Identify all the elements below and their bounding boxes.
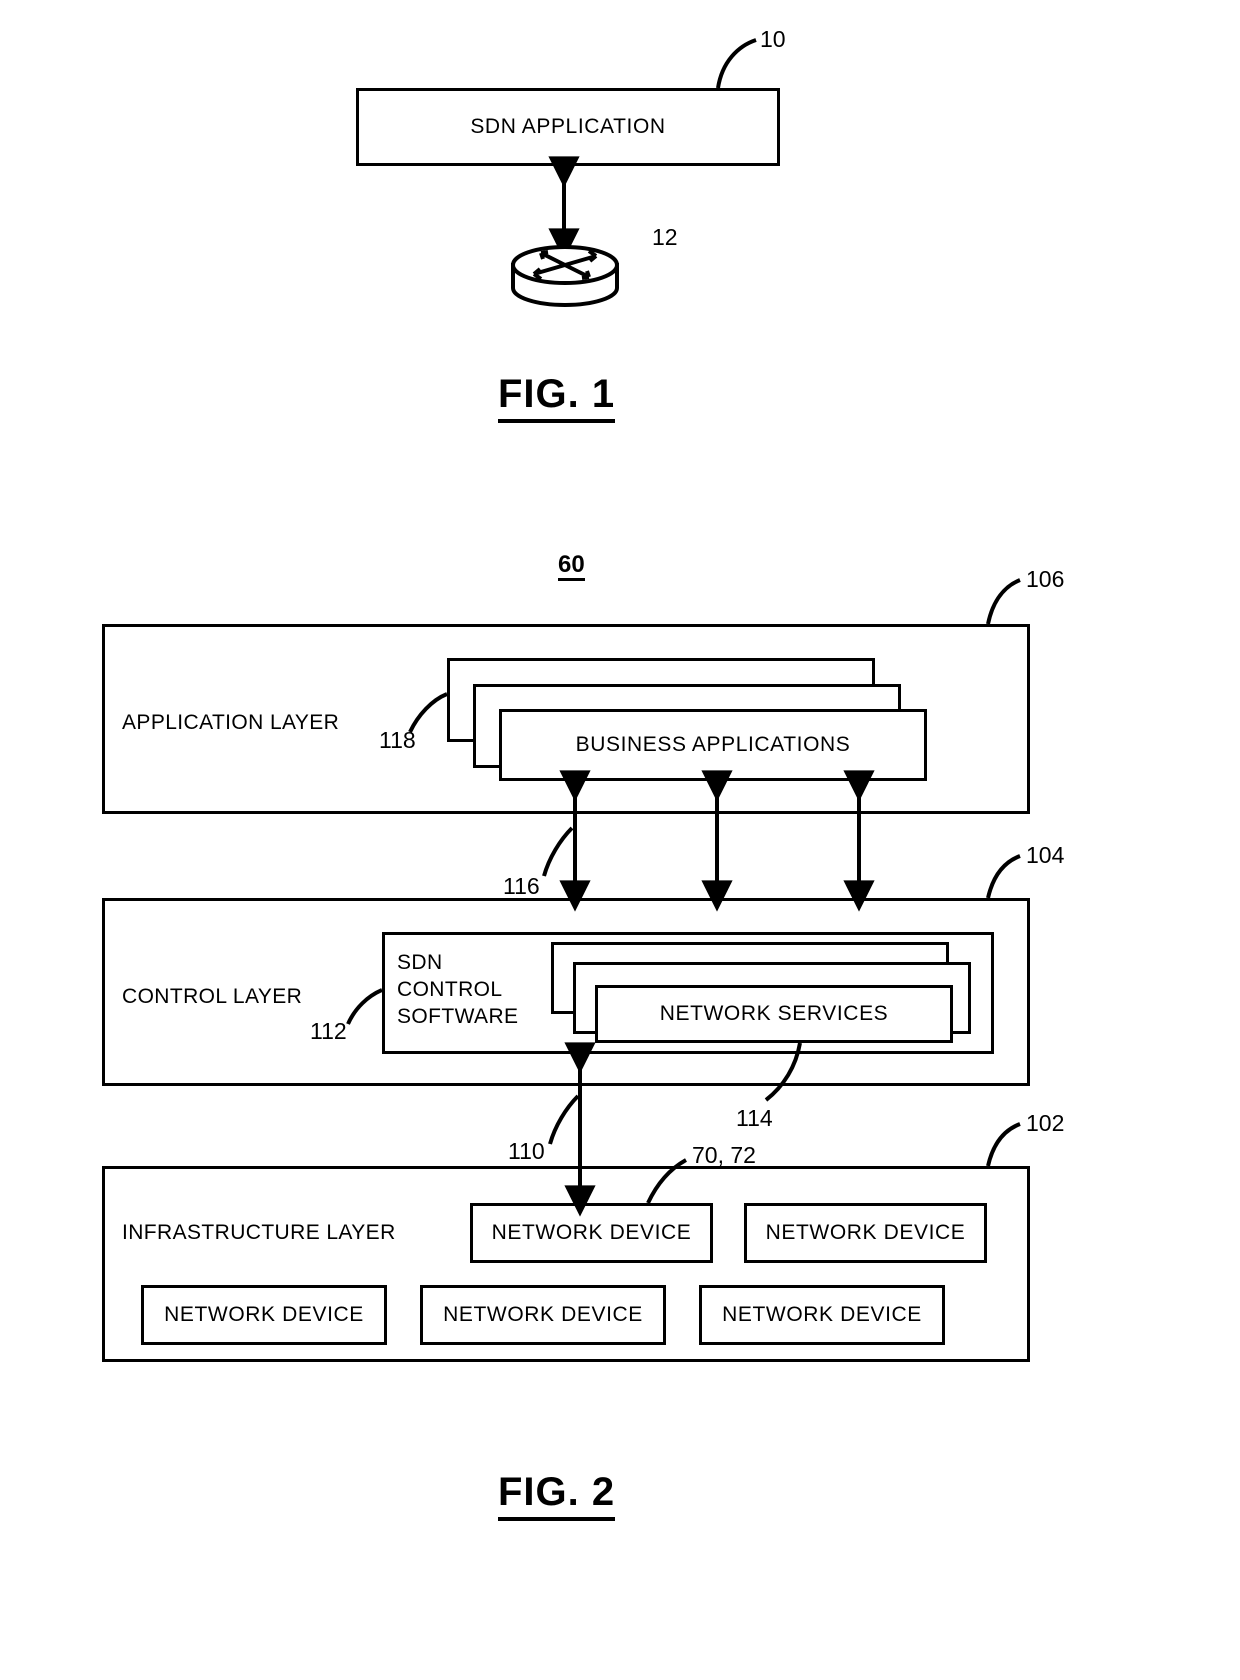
network-device-top-1: NETWORK DEVICE bbox=[470, 1203, 713, 1263]
network-device-bottom-1: NETWORK DEVICE bbox=[141, 1285, 387, 1345]
callout-110: 110 bbox=[508, 1138, 545, 1164]
callout-114: 114 bbox=[736, 1105, 773, 1131]
leader-line-104 bbox=[986, 854, 1021, 899]
router-icon bbox=[511, 245, 619, 307]
leader-line-10 bbox=[716, 38, 757, 89]
diagram-vector-overlay bbox=[346, 38, 1021, 1217]
network-services-card-front: NETWORK SERVICES bbox=[595, 985, 953, 1043]
business-applications-card-front: BUSINESS APPLICATIONS bbox=[499, 709, 927, 781]
sdn-application-box: SDN APPLICATION bbox=[356, 88, 780, 166]
network-services-label: NETWORK SERVICES bbox=[659, 1002, 889, 1025]
callout-104: 104 bbox=[1026, 842, 1065, 868]
diagram-reference-60: 60 bbox=[558, 553, 585, 581]
network-device-bottom-2: NETWORK DEVICE bbox=[420, 1285, 666, 1345]
callout-10: 10 bbox=[760, 26, 786, 52]
callout-12: 12 bbox=[652, 224, 678, 250]
network-device-label: NETWORK DEVICE bbox=[164, 1303, 364, 1326]
callout-102: 102 bbox=[1026, 1110, 1065, 1136]
figure-2-caption: FIG. 2 bbox=[498, 1470, 616, 1521]
callout-106: 106 bbox=[1026, 566, 1065, 592]
callout-118: 118 bbox=[379, 727, 416, 753]
callout-70-72: 70, 72 bbox=[692, 1142, 756, 1168]
callout-112: 112 bbox=[310, 1018, 347, 1044]
sdn-control-software-label: SDN CONTROL SOFTWARE bbox=[397, 951, 519, 1028]
network-device-label: NETWORK DEVICE bbox=[722, 1303, 922, 1326]
leader-line-106 bbox=[986, 578, 1021, 625]
leader-line-116 bbox=[542, 826, 574, 877]
leader-line-110 bbox=[548, 1094, 580, 1145]
application-layer-label: APPLICATION LAYER bbox=[122, 711, 340, 734]
control-layer-label: CONTROL LAYER bbox=[122, 985, 303, 1008]
leader-line-102 bbox=[986, 1122, 1021, 1167]
network-device-label: NETWORK DEVICE bbox=[765, 1221, 966, 1244]
figure-1-caption: FIG. 1 bbox=[498, 372, 616, 423]
infrastructure-layer-label: INFRASTRUCTURE LAYER bbox=[122, 1221, 396, 1244]
network-device-label: NETWORK DEVICE bbox=[491, 1221, 692, 1244]
sdn-application-label: SDN APPLICATION bbox=[470, 115, 666, 138]
network-device-bottom-3: NETWORK DEVICE bbox=[699, 1285, 945, 1345]
network-device-top-2: NETWORK DEVICE bbox=[744, 1203, 987, 1263]
network-device-label: NETWORK DEVICE bbox=[443, 1303, 643, 1326]
business-applications-label: BUSINESS APPLICATIONS bbox=[575, 733, 851, 756]
callout-116: 116 bbox=[503, 873, 540, 899]
